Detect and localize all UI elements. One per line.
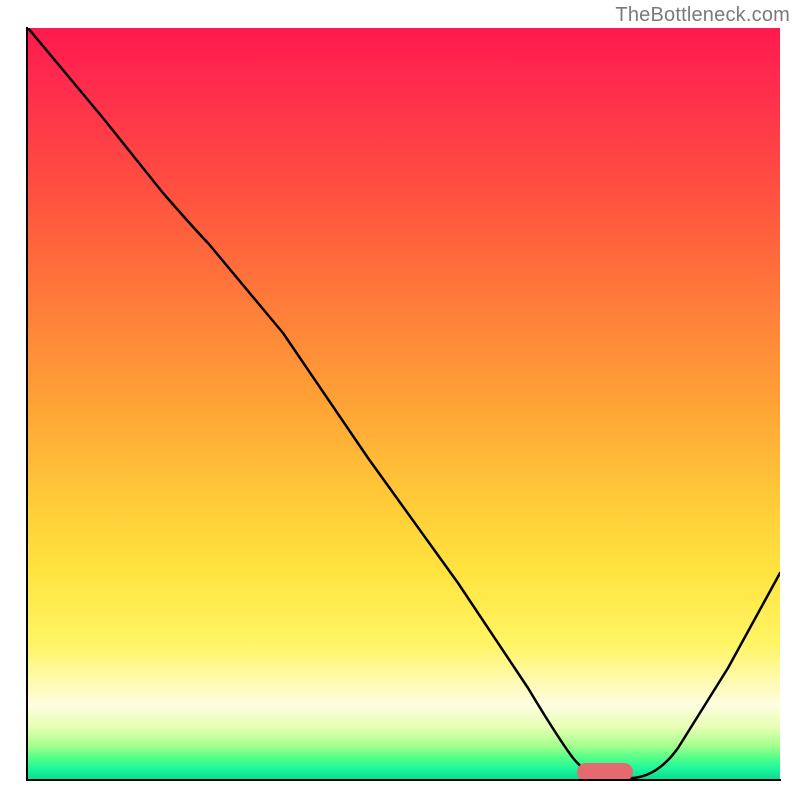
curve-svg — [28, 28, 780, 780]
x-axis — [26, 779, 781, 781]
plot-area — [28, 28, 780, 780]
bottleneck-curve-path — [28, 28, 780, 778]
y-axis — [26, 27, 28, 780]
bottleneck-chart: TheBottleneck.com — [0, 0, 800, 800]
watermark-text: TheBottleneck.com — [615, 4, 790, 27]
